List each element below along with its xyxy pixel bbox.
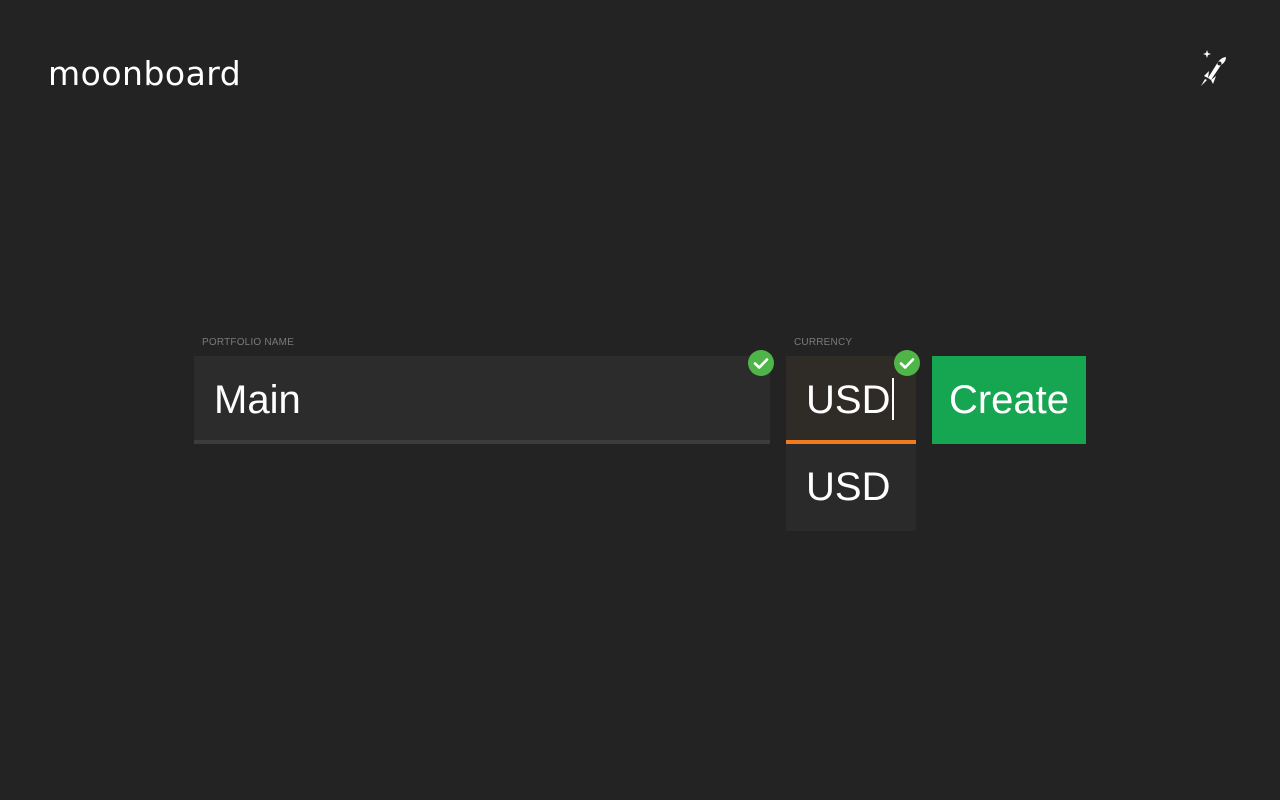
rocket-moon-icon [1193, 50, 1229, 91]
portfolio-name-underline [194, 440, 770, 444]
currency-value: USD [806, 378, 891, 422]
currency-label: CURRENCY [794, 337, 853, 348]
portfolio-name-check-icon [748, 350, 774, 376]
create-button[interactable]: Create [932, 356, 1086, 444]
currency-check-icon [894, 350, 920, 376]
text-cursor [892, 378, 894, 421]
currency-input[interactable]: USD [806, 356, 894, 444]
currency-dropdown: USD [786, 444, 916, 531]
currency-option[interactable]: USD [806, 444, 890, 531]
portfolio-name-input[interactable]: Main [214, 356, 301, 444]
app-logo-text: moonboard [48, 54, 242, 93]
portfolio-name-field[interactable]: Main [194, 356, 770, 444]
portfolio-name-label: PORTFOLIO NAME [202, 337, 295, 348]
